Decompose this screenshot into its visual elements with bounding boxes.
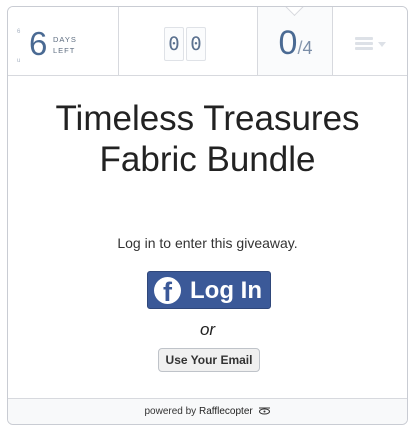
- points-counter: 0/4: [258, 25, 333, 68]
- days-label-line1: DAYS: [53, 35, 77, 44]
- countdown-top-mark: 6: [17, 29, 21, 35]
- facebook-logo-icon: f: [154, 277, 181, 307]
- facebook-login-button[interactable]: f Log In: [147, 271, 271, 309]
- giveaway-widget: 6 u 6 DAYS LEFT 0 0 0/4 Timeless Treasur…: [7, 6, 408, 425]
- login-prompt: Log in to enter this giveaway.: [117, 235, 298, 251]
- stats-bar: 6 u 6 DAYS LEFT 0 0 0/4: [8, 7, 407, 76]
- prize-title-line2: Fabric Bundle: [99, 140, 316, 179]
- menu-cell[interactable]: [333, 7, 407, 75]
- or-separator: or: [199, 320, 216, 339]
- rafflecopter-link[interactable]: Rafflecopter: [199, 406, 253, 417]
- points-cell: 0/4: [258, 7, 333, 75]
- entries-cell: 0 0: [119, 7, 258, 75]
- days-left-label: DAYS LEFT: [53, 34, 77, 56]
- powered-by-text: powered by: [144, 406, 197, 417]
- chevron-down-icon[interactable]: [378, 42, 386, 47]
- points-pointer: [285, 7, 304, 17]
- countdown-cell: 6 u 6 DAYS LEFT: [8, 7, 119, 75]
- hamburger-icon[interactable]: [355, 37, 373, 51]
- points-earned: 0: [278, 24, 298, 62]
- countdown-bottom-mark: u: [17, 58, 21, 64]
- days-left-value: 6: [29, 25, 48, 62]
- points-total: 4: [302, 38, 313, 58]
- facebook-login-label: Log In: [190, 277, 262, 304]
- prize-title: Timeless Treasures Fabric Bundle: [8, 98, 407, 180]
- days-label-line2: LEFT: [53, 46, 76, 55]
- use-email-button[interactable]: Use Your Email: [158, 348, 260, 372]
- footer: powered by Rafflecopter: [8, 398, 407, 424]
- prize-title-line1: Timeless Treasures: [55, 99, 360, 138]
- entries-digit: 0: [164, 27, 184, 61]
- rafflecopter-logo-icon: [258, 407, 270, 415]
- entries-digit: 0: [186, 27, 206, 61]
